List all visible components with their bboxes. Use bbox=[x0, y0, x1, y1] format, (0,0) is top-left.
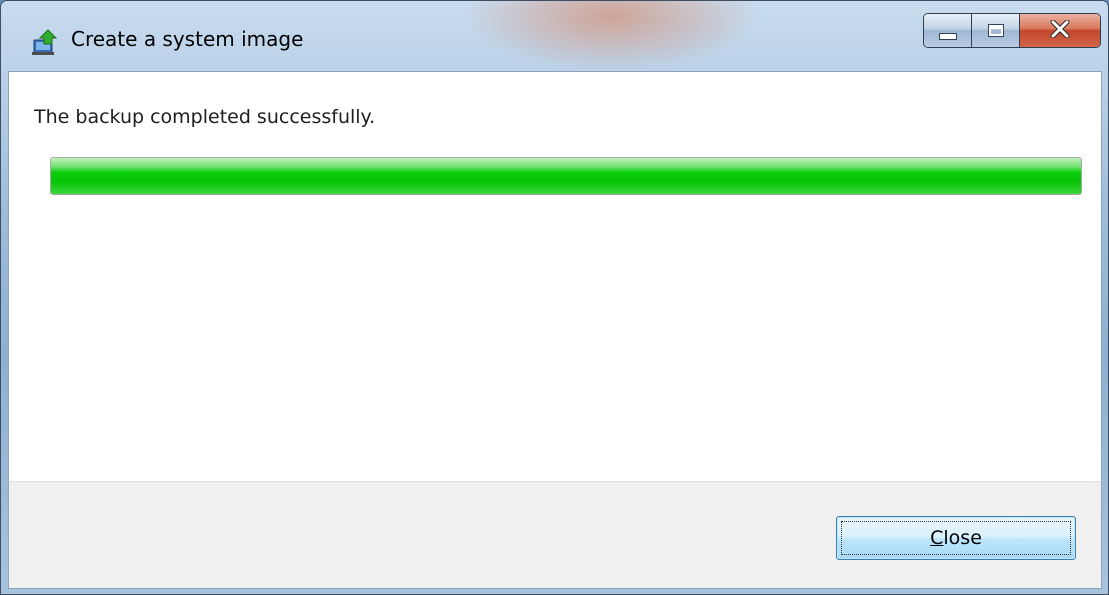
title-bar[interactable]: Create a system image bbox=[1, 1, 1108, 71]
minimize-button[interactable] bbox=[924, 14, 972, 47]
dialog-footer: Close bbox=[8, 481, 1102, 589]
maximize-icon bbox=[987, 24, 1004, 37]
caption-buttons bbox=[923, 13, 1101, 48]
backup-app-icon bbox=[31, 28, 59, 56]
dialog-window: Create a system image The backup complet… bbox=[0, 0, 1109, 595]
progress-bar bbox=[50, 157, 1082, 195]
status-message: The backup completed successfully. bbox=[34, 106, 376, 128]
window-title: Create a system image bbox=[71, 27, 304, 51]
maximize-button[interactable] bbox=[972, 14, 1020, 47]
content-area: The backup completed successfully. bbox=[8, 71, 1102, 481]
close-icon bbox=[1050, 19, 1070, 42]
close-button[interactable]: Close bbox=[836, 516, 1076, 560]
minimize-icon bbox=[938, 33, 957, 40]
focus-ring bbox=[841, 521, 1071, 555]
progress-fill bbox=[51, 158, 1081, 194]
close-window-button[interactable] bbox=[1020, 14, 1100, 47]
